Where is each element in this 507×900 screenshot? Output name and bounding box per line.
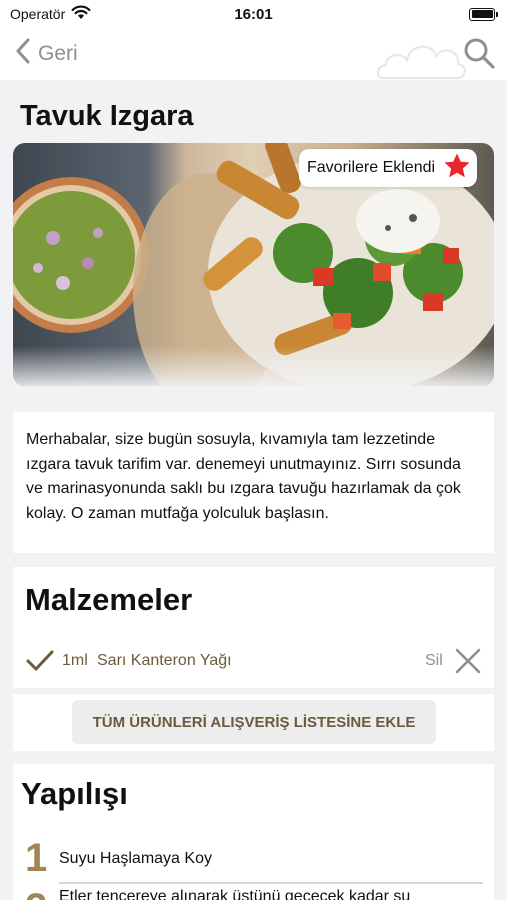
steps-title: Yapılışı	[21, 776, 128, 811]
checkmark-icon[interactable]	[26, 649, 54, 678]
ingredients-title: Malzemeler	[25, 582, 193, 617]
step-item: 2 Etler tencereye alınarak üstünü geçece…	[13, 886, 494, 900]
chevron-left-icon	[16, 38, 30, 70]
step-number: 2	[25, 886, 47, 900]
description-card: Merhabalar, size bugün sosuyla, kıvamıyl…	[13, 412, 494, 553]
ingredient-row[interactable]: 1ml Sarı Kanteron Yağı Sil	[13, 639, 494, 685]
favorite-label: Favorilere Eklendi	[307, 159, 436, 176]
ingredient-name: Sarı Kanteron Yağı	[97, 652, 232, 669]
close-icon[interactable]	[454, 647, 482, 680]
delete-label[interactable]: Sil	[425, 652, 443, 670]
battery-icon	[469, 7, 498, 21]
image-fade	[13, 346, 494, 386]
favorite-badge[interactable]: Favorilere Eklendi	[299, 149, 478, 187]
status-bar: Operatör 16:01	[0, 0, 507, 28]
back-button[interactable]: Geri	[16, 36, 78, 72]
step-text: Suyu Haşlamaya Koy	[59, 850, 212, 867]
back-label: Geri	[38, 42, 78, 65]
divider	[13, 688, 494, 694]
step-text: Etler tencereye alınarak üstünü geçecek …	[59, 888, 411, 900]
step-number: 1	[25, 836, 48, 880]
step-item: 1 Suyu Haşlamaya Koy	[13, 836, 494, 886]
add-all-to-shopping-list-button[interactable]: TÜM ÜRÜNLERİ ALIŞVERİŞ LİSTESİNE EKLE	[72, 700, 436, 744]
cloud-icon	[376, 30, 468, 85]
star-icon	[443, 152, 471, 185]
steps-card: Yapılışı 1 Suyu Haşlamaya Koy 2 Etler te…	[13, 764, 494, 900]
search-button[interactable]	[462, 36, 496, 70]
ingredient-quantity: 1ml	[62, 652, 88, 669]
status-time: 16:01	[234, 5, 273, 23]
ingredients-card: Malzemeler 1ml Sarı Kanteron Yağı Sil TÜ…	[13, 567, 494, 751]
page-title: Tavuk Izgara	[20, 100, 194, 132]
search-icon	[462, 38, 496, 74]
step-divider	[59, 882, 483, 884]
navigation-bar: Geri	[0, 28, 507, 80]
recipe-description: Merhabalar, size bugün sosuyla, kıvamıyl…	[26, 431, 461, 522]
